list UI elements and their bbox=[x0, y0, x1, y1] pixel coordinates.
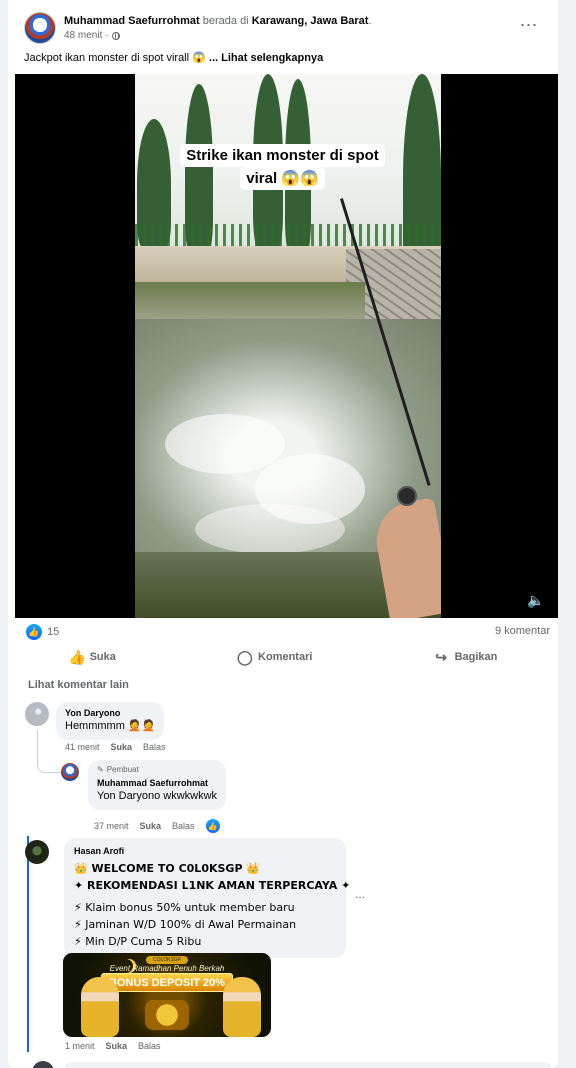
author-badge-label: Pembuat bbox=[106, 765, 139, 774]
reply-author-avatar[interactable] bbox=[61, 763, 79, 781]
comment-image[interactable]: COLOKSGP Event Ramadhan Penuh Berkah BON… bbox=[63, 953, 271, 1037]
reply-mention[interactable]: Yon Daryono bbox=[97, 790, 160, 802]
promo-character bbox=[81, 977, 119, 1037]
post-meta: Muhammad Saefurrohmat berada di Karawang… bbox=[64, 14, 372, 43]
pencil-icon: ✎ bbox=[97, 765, 104, 774]
author-avatar[interactable] bbox=[24, 12, 56, 44]
reply-actions: 37 menit Suka Balas 👍 bbox=[94, 819, 220, 833]
time-separator: · bbox=[105, 29, 109, 41]
comment-bubble bbox=[63, 1062, 553, 1068]
commenter-avatar[interactable] bbox=[25, 840, 49, 864]
comment-actions: 1 menit Suka Balas bbox=[65, 1041, 161, 1051]
comment-line: ⚡ Klaim bonus 50% untuk member baru bbox=[74, 901, 295, 914]
location-link[interactable]: Karawang, Jawa Barat bbox=[252, 15, 369, 27]
comment-options-button[interactable]: ... bbox=[355, 887, 365, 901]
highlight-bar bbox=[27, 836, 29, 1052]
comment-actions: 41 menit Suka Balas bbox=[65, 742, 166, 752]
reply-reply-button[interactable]: Balas bbox=[172, 821, 195, 831]
comment-item bbox=[25, 840, 49, 864]
more-horizontal-icon[interactable]: ⋯ bbox=[514, 10, 544, 40]
water-foam bbox=[195, 504, 345, 554]
view-more-comments[interactable]: Lihat komentar lain bbox=[28, 679, 129, 691]
author-name[interactable]: Muhammad Saefurrohmat bbox=[64, 15, 200, 27]
reaction-count: 15 bbox=[47, 626, 60, 638]
promo-character bbox=[223, 977, 261, 1037]
post-time-line: 48 menit · bbox=[64, 29, 372, 43]
share-label: Bagikan bbox=[454, 651, 498, 663]
comment-reply-button[interactable]: Balas bbox=[143, 742, 166, 752]
share-button[interactable]: ↪ Bagikan bbox=[434, 648, 498, 665]
comment-count[interactable]: 9 komentar bbox=[495, 625, 550, 637]
comment-line: 👑 WELCOME TO C0L0KSGP 👑 bbox=[74, 862, 261, 875]
reply-thread-line bbox=[37, 730, 61, 773]
comment-like-button[interactable]: Suka bbox=[106, 1041, 128, 1051]
author-badge: ✎ Pembuat bbox=[97, 765, 217, 774]
location-suffix: . bbox=[368, 14, 372, 27]
post-header: Muhammad Saefurrohmat berada di Karawang… bbox=[24, 10, 544, 46]
bank-grass bbox=[135, 282, 365, 322]
comment-line: ✦ REKOMENDASI L1NK AMAN TERPERCAYA ✦ bbox=[74, 879, 351, 892]
reply-like-button[interactable]: Suka bbox=[140, 821, 162, 831]
comment-like-button[interactable]: Suka bbox=[111, 742, 133, 752]
promo-subtitle: Event Ramadhan Penuh Berkah bbox=[109, 964, 225, 973]
reply-bubble: ✎ Pembuat Muhammad Saefurrohmat Yon Dary… bbox=[88, 760, 227, 810]
author-line: Muhammad Saefurrohmat berada di Karawang… bbox=[64, 14, 372, 29]
reply-author-name[interactable]: Muhammad Saefurrohmat bbox=[97, 777, 217, 789]
video-overlay-caption: Strike ikan monster di spot viral 😱😱 bbox=[155, 144, 410, 190]
like-button[interactable]: 👍 Suka bbox=[68, 648, 116, 665]
comment-button[interactable]: ◯ Komentari bbox=[237, 648, 313, 665]
treasure-icon bbox=[145, 1000, 189, 1030]
location-prefix: berada di bbox=[199, 14, 252, 27]
globe-icon bbox=[111, 31, 120, 40]
promo-title: BONUS DEPOSIT 20% bbox=[101, 973, 233, 992]
comment-label: Komentari bbox=[258, 651, 313, 663]
comment-time[interactable]: 41 menit bbox=[65, 742, 100, 752]
see-more-link[interactable]: ... Lihat selengkapnya bbox=[209, 52, 323, 64]
comment-line: ⚡ Min D/P Cuma 5 Ribu bbox=[74, 935, 202, 948]
comment-time[interactable]: 1 menit bbox=[65, 1041, 95, 1051]
comment-bubble: Yon Daryono Hemmmmm 🤦🤦 bbox=[56, 702, 165, 740]
video-frame: Strike ikan monster di spot viral 😱😱 bbox=[135, 74, 441, 618]
comment-icon: ◯ bbox=[237, 648, 253, 665]
post-caption: Jackpot ikan monster di spot virall 😱 ..… bbox=[24, 51, 323, 65]
share-icon: ↪ bbox=[435, 648, 447, 665]
water-foam bbox=[165, 414, 285, 474]
thumbs-up-icon: 👍 bbox=[68, 648, 87, 665]
overlay-line-1: Strike ikan monster di spot bbox=[180, 144, 385, 167]
like-label: Suka bbox=[89, 651, 116, 663]
post-action-bar: 👍 Suka ◯ Komentari ↪ Bagikan bbox=[8, 644, 558, 670]
like-reaction-icon[interactable]: 👍 bbox=[205, 819, 220, 833]
commenter-avatar[interactable] bbox=[32, 1061, 54, 1068]
comment-bubble: Hasan Arofi 👑 WELCOME TO C0L0KSGP 👑 ✦ RE… bbox=[64, 838, 351, 958]
post-time[interactable]: 48 menit bbox=[64, 29, 102, 43]
commenter-name[interactable]: Yon Daryono bbox=[65, 707, 155, 719]
commenter-avatar[interactable] bbox=[25, 702, 49, 726]
comment-text: Hemmmmm 🤦🤦 bbox=[65, 720, 156, 732]
promo-brand: COLOKSGP bbox=[146, 956, 188, 964]
reaction-summary[interactable]: 👍 15 bbox=[26, 622, 59, 642]
commenter-name[interactable]: Hasan Arofi bbox=[74, 845, 336, 857]
reply-text: Yon Daryono wkwkwkwk bbox=[97, 789, 217, 804]
post-card: Muhammad Saefurrohmat berada di Karawang… bbox=[8, 0, 558, 1068]
comment-line: ⚡ Jaminan W/D 100% di Awal Permainan bbox=[74, 918, 297, 931]
like-reaction-icon: 👍 bbox=[26, 624, 42, 640]
video-player[interactable]: Strike ikan monster di spot viral 😱😱 🔈 bbox=[15, 74, 558, 618]
reply-body: wkwkwkwk bbox=[160, 790, 218, 802]
volume-icon[interactable]: 🔈 bbox=[527, 591, 545, 609]
fishing-reel bbox=[397, 486, 417, 506]
reply-item: ✎ Pembuat Muhammad Saefurrohmat Yon Dary… bbox=[61, 760, 227, 810]
reply-time[interactable]: 37 menit bbox=[94, 821, 129, 831]
overlay-line-2: viral 😱😱 bbox=[240, 167, 325, 190]
next-comment-peek bbox=[28, 1058, 554, 1068]
caption-text: Jackpot ikan monster di spot virall 😱 bbox=[24, 52, 209, 64]
comment-reply-button[interactable]: Balas bbox=[138, 1041, 161, 1051]
